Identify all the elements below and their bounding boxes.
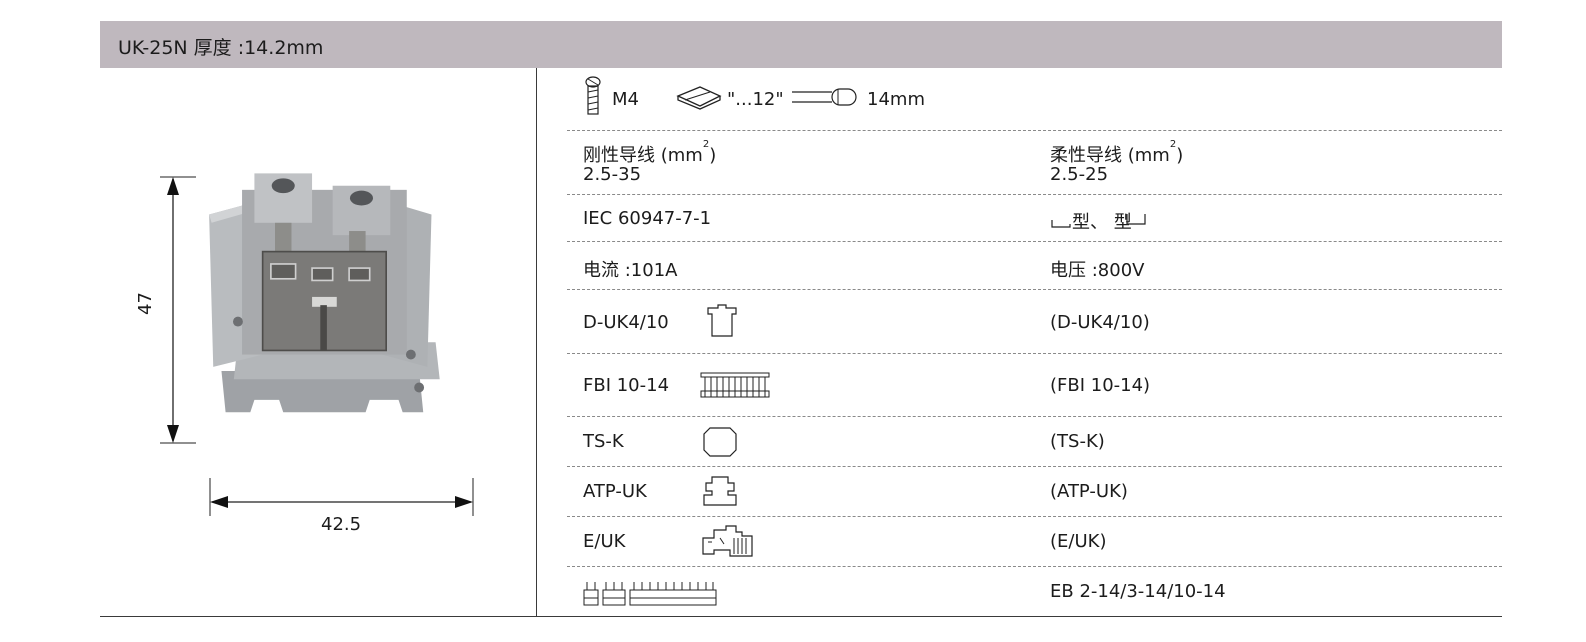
terminal-block-photo [209, 173, 440, 413]
end-cover-icon [707, 304, 737, 337]
height-dimension-icon [160, 176, 196, 444]
bridge-types: 型、 型 [1050, 208, 1132, 234]
standard-label: IEC 60947-7-1 [583, 208, 712, 229]
partition-plate-icon [703, 476, 737, 506]
width-value: 42.5 [321, 514, 362, 535]
wire-length: 14mm [867, 89, 925, 110]
end-bracket-icon [702, 525, 753, 557]
accessory-left-label: FBI 10-14 [583, 375, 670, 396]
screwdriver-icon [676, 86, 722, 110]
row-divider [567, 416, 1502, 417]
bridge-type-a-icon [1051, 220, 1071, 228]
accessory-right-label: (TS-K) [1050, 431, 1105, 452]
bridge-type-b-icon [1126, 214, 1146, 225]
width-dimension-icon [209, 478, 474, 516]
fixed-bridge-icon [700, 372, 770, 398]
cover-cap-icon [703, 427, 737, 457]
row-divider [567, 130, 1502, 131]
accessory-left-label: TS-K [583, 431, 624, 452]
header-bar: UK-25N 厚度 :14.2mm [100, 21, 1502, 68]
current-rating: 电流 :101A [583, 260, 678, 281]
row-divider [567, 194, 1502, 195]
rigid-wire-value: 2.5-35 [583, 164, 642, 185]
row-divider [567, 466, 1502, 467]
row-divider [567, 241, 1502, 242]
insertion-bridges-icon [583, 582, 717, 606]
accessory-left-label: D-UK4/10 [583, 312, 669, 333]
voltage-rating: 电压 :800V [1050, 260, 1145, 281]
flexible-wire-value: 2.5-25 [1050, 164, 1109, 185]
height-value: 47 [134, 292, 156, 315]
column-divider [536, 68, 537, 617]
product-title: UK-25N 厚度 :14.2mm [118, 37, 324, 59]
row-divider [567, 289, 1502, 290]
wire-strip-icon [792, 88, 857, 106]
accessory-left-label: E/UK [583, 531, 626, 552]
accessory-right-label: (ATP-UK) [1050, 481, 1128, 502]
row-divider [567, 353, 1502, 354]
accessory-left-label: ATP-UK [583, 481, 647, 502]
accessory-right-label: (FBI 10-14) [1050, 375, 1151, 396]
accessory-right-label: (E/UK) [1050, 531, 1107, 552]
screw-icon [585, 76, 601, 115]
row-divider [567, 516, 1502, 517]
bottom-rule [100, 616, 1502, 617]
accessory-right-label: (D-UK4/10) [1050, 312, 1150, 333]
screw-size: M4 [612, 89, 639, 110]
row-divider [567, 566, 1502, 567]
accessory-right-label: EB 2-14/3-14/10-14 [1050, 581, 1226, 602]
strip-length: "...12" [727, 89, 784, 110]
